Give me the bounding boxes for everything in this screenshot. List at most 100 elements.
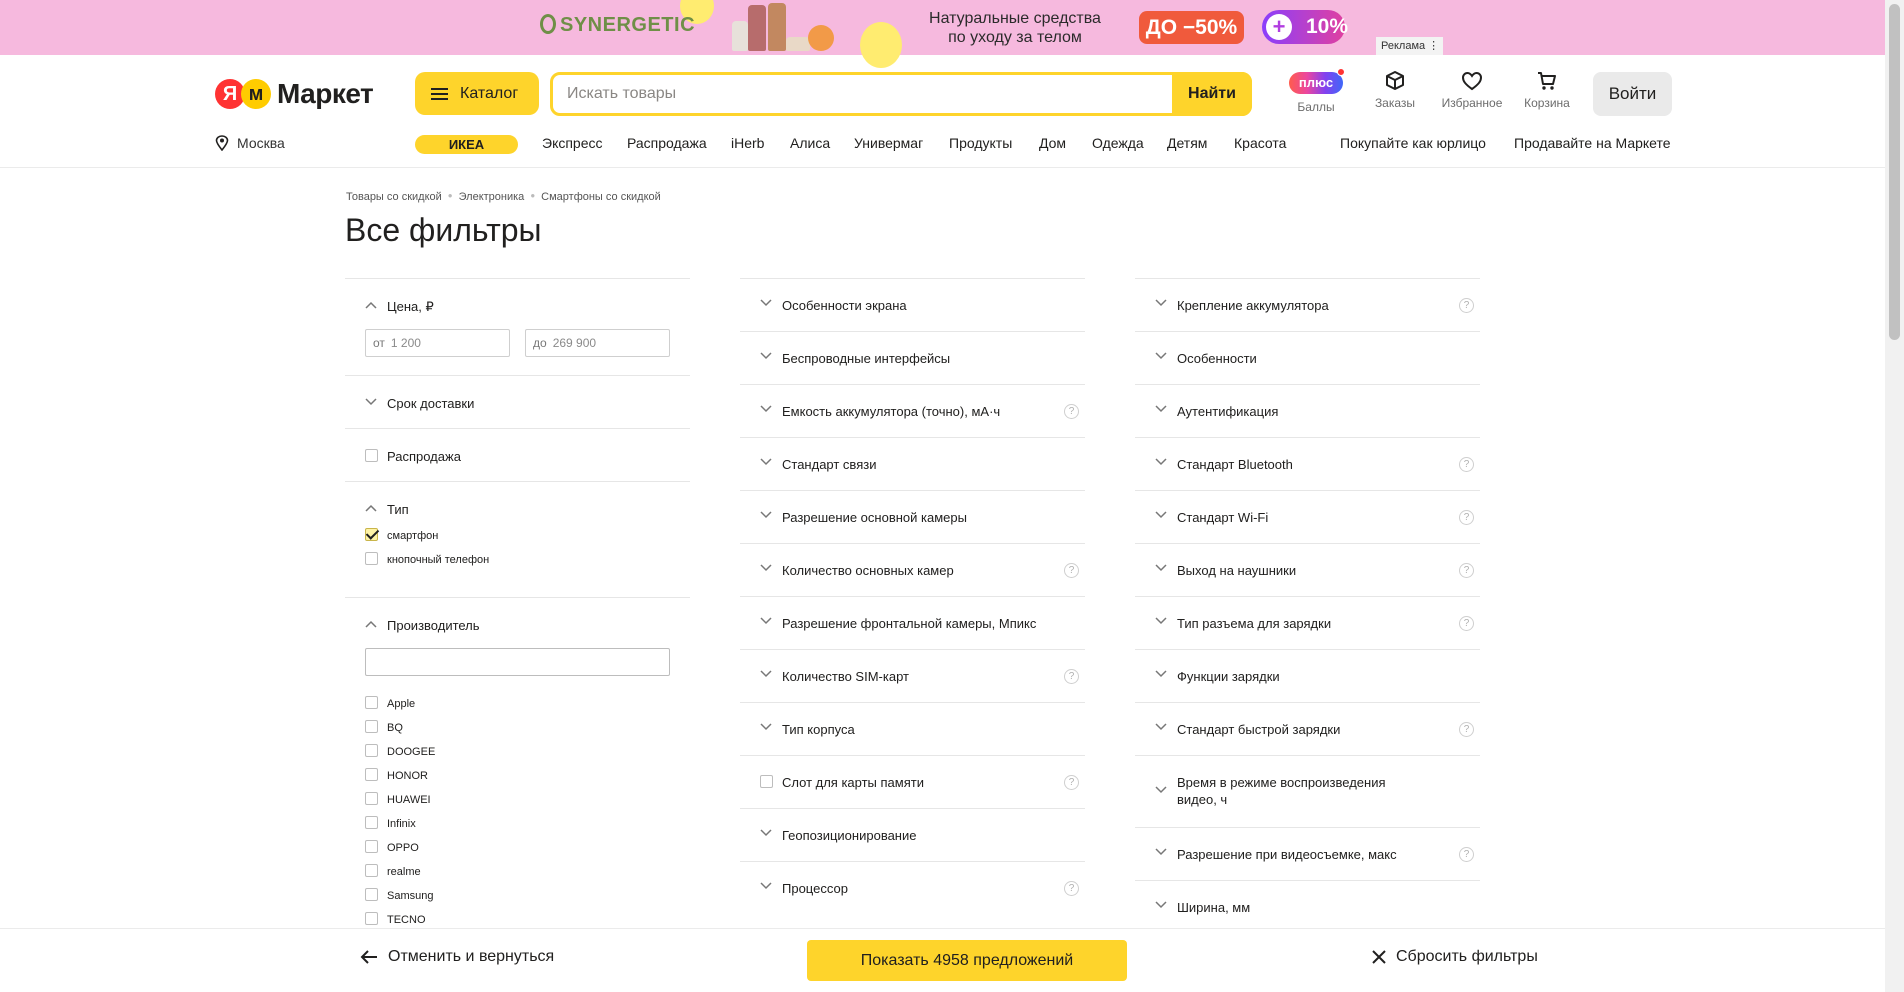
- nav-link[interactable]: Алиса: [790, 135, 830, 151]
- manufacturer-option[interactable]: OPPO: [365, 840, 419, 854]
- help-icon[interactable]: ?: [1459, 616, 1474, 631]
- manufacturer-option[interactable]: BQ: [365, 720, 403, 734]
- price-from-field[interactable]: от 1 200: [365, 329, 510, 357]
- filter-row[interactable]: Ширина, мм: [1135, 880, 1480, 933]
- show-offers-button[interactable]: Показать 4958 предложений: [807, 940, 1127, 981]
- nav-link[interactable]: Детям: [1167, 135, 1207, 151]
- filter-label: Количество SIM-карт: [782, 669, 909, 684]
- help-icon[interactable]: ?: [1459, 457, 1474, 472]
- filter-sale[interactable]: Распродажа: [345, 428, 690, 481]
- city-selector[interactable]: Москва: [215, 135, 285, 151]
- ad-label[interactable]: Реклама ⋮: [1376, 37, 1443, 55]
- filter-row[interactable]: Разрешение основной камеры: [740, 490, 1085, 543]
- filter-row[interactable]: Беспроводные интерфейсы: [740, 331, 1085, 384]
- favorites-button[interactable]: Избранное: [1437, 70, 1507, 110]
- filter-row[interactable]: Стандарт быстрой зарядки?: [1135, 702, 1480, 755]
- nav-link[interactable]: Экспресс: [542, 135, 603, 151]
- manufacturer-option[interactable]: Samsung: [365, 888, 433, 902]
- type-option[interactable]: смартфон: [365, 528, 438, 542]
- help-icon[interactable]: ?: [1459, 510, 1474, 525]
- filter-row[interactable]: Слот для карты памяти?: [740, 755, 1085, 808]
- orders-label: Заказы: [1374, 96, 1416, 110]
- cancel-button[interactable]: Отменить и вернуться: [360, 948, 554, 966]
- filter-row[interactable]: Стандарт Wi-Fi?: [1135, 490, 1480, 543]
- page-scrollbar[interactable]: [1885, 0, 1904, 992]
- cart-button[interactable]: Корзина: [1519, 70, 1575, 110]
- help-icon[interactable]: ?: [1064, 404, 1079, 419]
- help-icon[interactable]: ?: [1459, 563, 1474, 578]
- filter-row[interactable]: Геопозиционирование: [740, 808, 1085, 861]
- checkbox[interactable]: [365, 552, 378, 565]
- nav-link[interactable]: iHerb: [731, 135, 764, 151]
- orders-button[interactable]: Заказы: [1370, 70, 1420, 110]
- scrollbar-thumb[interactable]: [1889, 4, 1900, 340]
- chevron-up-icon[interactable]: [365, 301, 377, 309]
- nav-link-business[interactable]: Покупайте как юрлицо: [1340, 135, 1486, 151]
- nav-link-sell[interactable]: Продавайте на Маркете: [1514, 135, 1671, 151]
- help-icon[interactable]: ?: [1459, 722, 1474, 737]
- chevron-down-icon: [1155, 405, 1167, 413]
- checkbox-checked[interactable]: [365, 528, 378, 541]
- manufacturer-option[interactable]: HONOR: [365, 768, 428, 782]
- help-icon[interactable]: ?: [1064, 669, 1079, 684]
- price-to-field[interactable]: до 269 900: [525, 329, 670, 357]
- manufacturer-option[interactable]: TECNO: [365, 912, 426, 926]
- breadcrumb-item[interactable]: Смартфоны со скидкой: [541, 191, 661, 203]
- filter-row[interactable]: Количество SIM-карт?: [740, 649, 1085, 702]
- manufacturer-option[interactable]: DOOGEE: [365, 744, 435, 758]
- filter-row[interactable]: Разрешение фронтальной камеры, Мпикс: [740, 596, 1085, 649]
- help-icon[interactable]: ?: [1459, 847, 1474, 862]
- manufacturer-option[interactable]: Infinix: [365, 816, 416, 830]
- type-option[interactable]: кнопочный телефон: [365, 552, 489, 566]
- nav-link[interactable]: Одежда: [1092, 135, 1144, 151]
- reset-filters-button[interactable]: Сбросить фильтры: [1372, 948, 1538, 966]
- points-button[interactable]: плюс Баллы: [1287, 68, 1345, 114]
- filter-row[interactable]: Тип разъема для зарядки?: [1135, 596, 1480, 649]
- ad-discount-badge: ДО −50%: [1139, 11, 1244, 44]
- filter-checkbox[interactable]: [760, 775, 773, 788]
- filter-row[interactable]: Емкость аккумулятора (точно), мА·ч?: [740, 384, 1085, 437]
- breadcrumb-item[interactable]: Товары со скидкой: [346, 191, 442, 203]
- help-icon[interactable]: ?: [1064, 775, 1079, 790]
- manufacturer-option[interactable]: HUAWEI: [365, 792, 431, 806]
- help-icon[interactable]: ?: [1064, 881, 1079, 896]
- search-input[interactable]: [553, 75, 1175, 113]
- search-button[interactable]: Найти: [1172, 72, 1252, 116]
- filters-middle-column: Особенности экрана Беспроводные интерфейс…: [740, 278, 1085, 914]
- cart-icon: [1538, 72, 1556, 90]
- manufacturer-search-input[interactable]: [365, 648, 670, 676]
- filter-row[interactable]: Процессор?: [740, 861, 1085, 914]
- filter-row[interactable]: Особенности: [1135, 331, 1480, 384]
- manufacturer-option[interactable]: realme: [365, 864, 421, 878]
- login-button[interactable]: Войти: [1593, 72, 1672, 116]
- yandex-market-logo[interactable]: Я м Маркет: [215, 77, 374, 111]
- chevron-up-icon[interactable]: [365, 504, 377, 512]
- filter-row[interactable]: Стандарт Bluetooth?: [1135, 437, 1480, 490]
- filter-row[interactable]: Особенности экрана: [740, 278, 1085, 331]
- catalog-button[interactable]: Каталог: [415, 72, 539, 115]
- nav-link[interactable]: Универмаг: [854, 135, 923, 151]
- filter-row[interactable]: Количество основных камер?: [740, 543, 1085, 596]
- nav-link[interactable]: Красота: [1234, 135, 1286, 151]
- filter-row[interactable]: Функции зарядки: [1135, 649, 1480, 702]
- nav-link[interactable]: Продукты: [949, 135, 1012, 151]
- nav-link[interactable]: Распродажа: [627, 135, 707, 151]
- help-icon[interactable]: ?: [1064, 563, 1079, 578]
- sale-checkbox[interactable]: [365, 449, 378, 462]
- filter-row[interactable]: Аутентификация: [1135, 384, 1480, 437]
- filter-delivery[interactable]: Срок доставки: [345, 375, 690, 428]
- breadcrumb-item[interactable]: Электроника: [459, 191, 525, 203]
- filter-row[interactable]: Крепление аккумулятора?: [1135, 278, 1480, 331]
- filter-row[interactable]: Разрешение при видеосъемке, макс?: [1135, 827, 1480, 880]
- nav-link[interactable]: Дом: [1039, 135, 1066, 151]
- cart-label: Корзина: [1524, 96, 1570, 110]
- promo-chip-ikea[interactable]: ИКЕА: [415, 135, 518, 154]
- manufacturer-option[interactable]: Apple: [365, 696, 415, 710]
- filter-row[interactable]: Время в режиме воспроизведения видео, ч: [1135, 755, 1480, 827]
- ad-banner[interactable]: SYNERGETIC Натуральные средства по уходу …: [0, 0, 1885, 68]
- filter-row[interactable]: Стандарт связи: [740, 437, 1085, 490]
- filter-row[interactable]: Тип корпуса: [740, 702, 1085, 755]
- chevron-up-icon[interactable]: [365, 620, 377, 628]
- filter-row[interactable]: Выход на наушники?: [1135, 543, 1480, 596]
- help-icon[interactable]: ?: [1459, 298, 1474, 313]
